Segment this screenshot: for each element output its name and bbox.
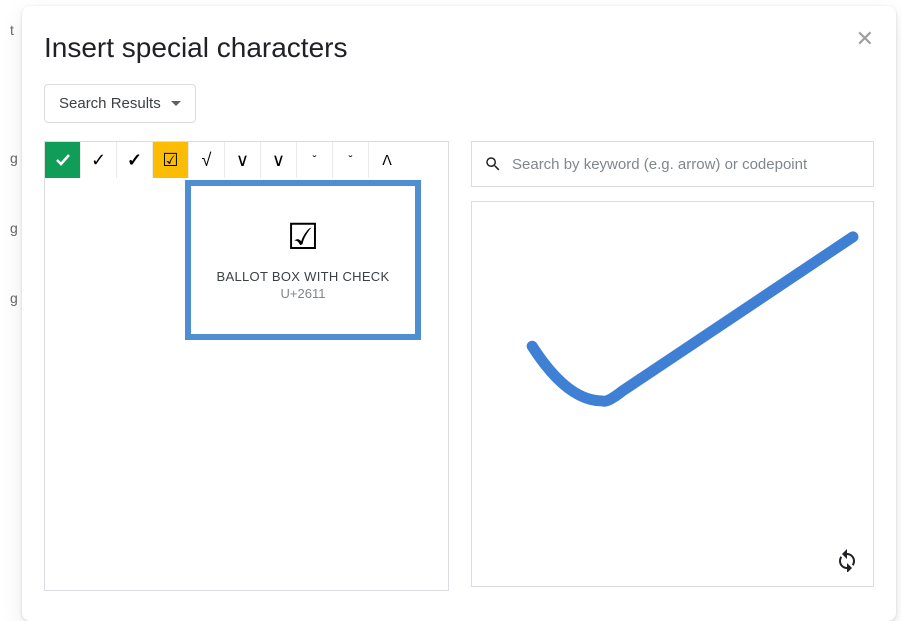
category-dropdown[interactable]: Search Results [44,84,196,123]
tooltip-glyph: ☑ [287,219,319,255]
chevron-down-icon [171,101,181,106]
dialog-title: Insert special characters [44,32,347,64]
bg-char: g [10,150,18,166]
char-cell-9[interactable]: ꓥ [369,142,405,178]
char-cell-6[interactable]: ∨ [261,142,297,178]
char-cell-0[interactable] [45,142,81,178]
right-column [471,141,874,591]
char-cell-8[interactable]: ˇ [333,142,369,178]
bg-char: g [10,290,18,306]
bg-char: g [10,220,18,236]
char-cell-1[interactable]: ✓ [81,142,117,178]
character-row: ✓ ✓ ☑ √ ∨ ∨ ˇ ˇ ꓥ [45,142,448,178]
search-icon [484,155,502,173]
char-cell-2[interactable]: ✓ [117,142,153,178]
tooltip-code: U+2611 [281,286,326,301]
results-panel: ✓ ✓ ☑ √ ∨ ∨ ˇ ˇ ꓥ ☑ BALLOT BOX WITH CHEC… [44,141,449,591]
char-cell-5[interactable]: ∨ [225,142,261,178]
filter-row: Search Results [44,84,874,123]
category-dropdown-label: Search Results [59,95,161,112]
char-cell-7[interactable]: ˇ [297,142,333,178]
char-cell-4[interactable]: √ [189,142,225,178]
reset-icon[interactable] [835,548,859,572]
character-tooltip: ☑ BALLOT BOX WITH CHECK U+2611 [185,180,421,340]
dialog-header: Insert special characters ✕ [44,28,874,64]
draw-area[interactable] [471,201,874,587]
search-input[interactable] [510,155,861,174]
char-cell-3[interactable]: ☑ [153,142,189,178]
search-bar [471,141,874,187]
tooltip-name: BALLOT BOX WITH CHECK [217,269,390,284]
content: ✓ ✓ ☑ √ ∨ ∨ ˇ ˇ ꓥ ☑ BALLOT BOX WITH CHEC… [44,141,874,591]
bg-char: t [10,22,14,38]
special-characters-dialog: Insert special characters ✕ Search Resul… [22,6,896,621]
close-icon[interactable]: ✕ [856,26,874,52]
